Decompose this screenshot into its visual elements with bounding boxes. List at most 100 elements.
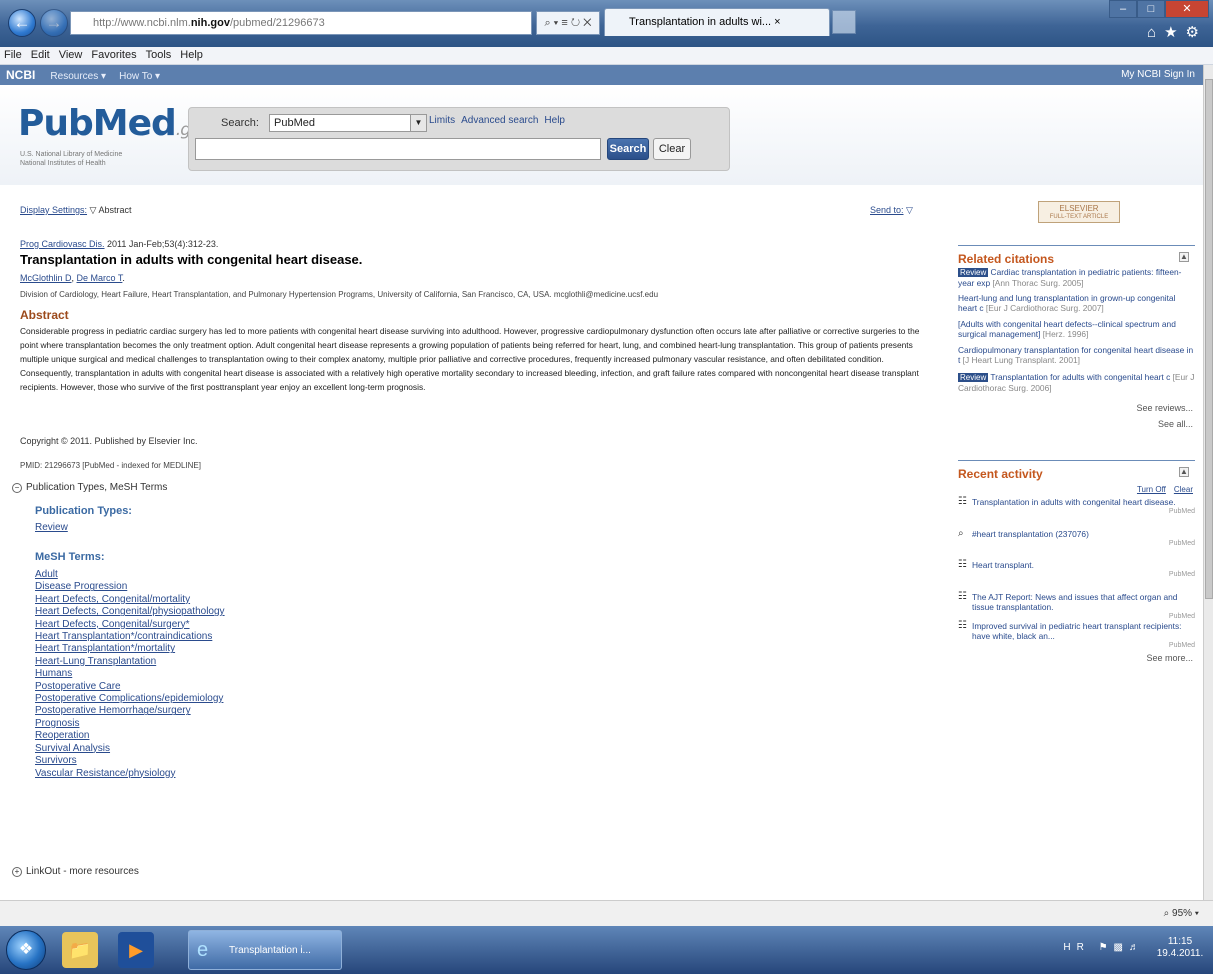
mesh-term[interactable]: Postoperative Care xyxy=(35,681,121,692)
mesh-term[interactable]: Heart Transplantation*/mortality xyxy=(35,643,175,654)
related-citation[interactable]: Heart-lung and lung transplantation in g… xyxy=(958,293,1195,313)
collapse-icon[interactable]: ▲ xyxy=(1179,467,1189,477)
linkout-toggle[interactable]: + LinkOut - more resources xyxy=(12,866,139,877)
pubtype-review[interactable]: Review xyxy=(35,522,68,533)
tab-close-icon[interactable]: × xyxy=(774,16,780,28)
clear-button[interactable]: Clear xyxy=(653,138,691,160)
clock[interactable]: 11:15 19.4.2011. xyxy=(1155,936,1205,960)
database-value: PubMed xyxy=(274,117,315,129)
browser-tab[interactable]: Transplantation in adults wi... × xyxy=(604,8,830,36)
mesh-term[interactable]: Heart-Lung Transplantation xyxy=(35,656,156,667)
menu-tools[interactable]: Tools xyxy=(146,49,172,61)
mesh-term[interactable]: Adult xyxy=(35,569,58,580)
database-select[interactable]: PubMed ▼ xyxy=(269,114,427,132)
address-controls[interactable]: ⌕ ▾ ≡ ↻ ✕ xyxy=(536,11,600,35)
address-bar[interactable]: http://www.ncbi.nlm.nih.gov/pubmed/21296… xyxy=(70,11,532,35)
related-citation[interactable]: Review Transplantation for adults with c… xyxy=(958,372,1195,393)
clear-link[interactable]: Clear xyxy=(1174,485,1193,494)
turn-off-link[interactable]: Turn Off xyxy=(1137,485,1166,494)
howto-menu[interactable]: How To ▾ xyxy=(119,71,160,82)
mesh-term[interactable]: Postoperative Hemorrhage/surgery xyxy=(35,705,191,716)
explorer-icon[interactable]: 📁 xyxy=(62,932,98,968)
recent-activity-item[interactable]: ☷ Heart transplant. PubMed xyxy=(958,560,1195,580)
recent-activity-item[interactable]: ⌕ #heart transplantation (237076) PubMed xyxy=(958,529,1195,549)
mesh-term[interactable]: Heart Defects, Congenital/physiopatholog… xyxy=(35,606,225,617)
close-window-button[interactable]: ✕ xyxy=(1165,0,1209,18)
chevron-down-icon: ▽ xyxy=(906,205,913,215)
limits-link[interactable]: Limits xyxy=(429,115,455,126)
start-button[interactable]: ❖ xyxy=(6,930,46,970)
mesh-term[interactable]: Disease Progression xyxy=(35,581,127,592)
send-to[interactable]: Send to: ▽ xyxy=(870,205,913,216)
howto-label: How To xyxy=(119,71,153,82)
mesh-term[interactable]: Survivors xyxy=(35,755,77,766)
related-citation[interactable]: Cardiopulmonary transplantation for cong… xyxy=(958,345,1195,365)
pubtypes-toggle[interactable]: − Publication Types, MeSH Terms xyxy=(12,482,167,493)
search-button[interactable]: Search xyxy=(607,138,649,160)
mesh-term[interactable]: Heart Defects, Congenital/surgery* xyxy=(35,619,190,630)
pubtype-link[interactable]: Review xyxy=(35,522,68,533)
mesh-term[interactable]: Heart Transplantation*/contraindications xyxy=(35,631,212,642)
search-input[interactable] xyxy=(195,138,601,160)
home-icon[interactable]: ⌂ xyxy=(1147,24,1164,41)
forward-button[interactable]: → xyxy=(40,9,68,37)
chevron-down-icon[interactable]: ▽ xyxy=(90,205,97,215)
related-citation[interactable]: Review Cardiac transplantation in pediat… xyxy=(958,267,1195,288)
favorites-star-icon[interactable]: ★ xyxy=(1164,24,1185,41)
ncbi-logo[interactable]: NCBI xyxy=(6,68,35,82)
recent-activity-item[interactable]: ☷ The AJT Report: News and issues that af… xyxy=(958,592,1195,622)
author-link[interactable]: De Marco T xyxy=(77,273,123,283)
author-link[interactable]: McGlothlin D xyxy=(20,273,72,283)
menu-file[interactable]: File xyxy=(4,49,22,61)
recent-activity-item[interactable]: ☷ Transplantation in adults with congenit… xyxy=(958,497,1195,517)
flag-icon[interactable]: ⚑ xyxy=(1099,942,1114,953)
my-ncbi-signin[interactable]: My NCBI Sign In xyxy=(1121,65,1195,85)
recent-activity-controls: Turn Off Clear xyxy=(1129,485,1193,494)
media-player-icon[interactable]: ▶ xyxy=(118,932,154,968)
menu-view[interactable]: View xyxy=(59,49,83,61)
expand-icon: + xyxy=(12,867,22,877)
recent-activity-item[interactable]: ☷ Improved survival in pediatric heart tr… xyxy=(958,621,1195,651)
taskbar-ie-window[interactable]: e Transplantation i... xyxy=(188,930,342,970)
gear-icon[interactable]: ⚙ xyxy=(1186,24,1207,41)
mesh-term[interactable]: Humans xyxy=(35,668,72,679)
activity-db: PubMed xyxy=(1168,508,1195,515)
activity-db: PubMed xyxy=(1168,540,1195,547)
scrollbar-thumb[interactable] xyxy=(1205,79,1213,599)
pmid: PMID: 21296673 [PubMed - indexed for MED… xyxy=(20,461,201,470)
resources-menu[interactable]: Resources ▾ xyxy=(50,71,106,82)
related-citation[interactable]: [Adults with congenital heart defects--c… xyxy=(958,319,1195,339)
send-to-link[interactable]: Send to: xyxy=(870,205,904,215)
volume-icon[interactable]: ♬ xyxy=(1129,942,1145,953)
maximize-button[interactable]: □ xyxy=(1137,0,1165,18)
see-more-link[interactable]: See more... xyxy=(1146,653,1193,663)
mesh-term[interactable]: Survival Analysis xyxy=(35,743,110,754)
mesh-term[interactable]: Heart Defects, Congenital/mortality xyxy=(35,594,190,605)
language-indicator[interactable]: HR xyxy=(1063,942,1089,953)
see-reviews-link[interactable]: See reviews... xyxy=(1136,403,1193,413)
menu-help[interactable]: Help xyxy=(180,49,203,61)
mesh-term[interactable]: Reoperation xyxy=(35,730,89,741)
network-icon[interactable]: ▩ xyxy=(1114,942,1129,953)
new-tab-button[interactable] xyxy=(832,10,856,34)
menu-bar: File Edit View Favorites Tools Help xyxy=(0,47,1213,65)
advanced-search-link[interactable]: Advanced search xyxy=(461,115,538,126)
mesh-term[interactable]: Prognosis xyxy=(35,718,79,729)
collapse-icon[interactable]: ▲ xyxy=(1179,252,1189,262)
mesh-term[interactable]: Postoperative Complications/epidemiology xyxy=(35,693,223,704)
display-settings-link[interactable]: Display Settings: xyxy=(20,205,87,215)
recent-activity-heading: Recent activity ▲ xyxy=(958,460,1195,481)
pubmed-logo[interactable]: PubMed.gov xyxy=(18,103,209,144)
see-all-link[interactable]: See all... xyxy=(1158,419,1193,429)
help-link[interactable]: Help xyxy=(544,115,565,126)
zoom-control[interactable]: ⌕ 95% ▾ xyxy=(1164,908,1199,919)
elsevier-fulltext-button[interactable]: ELSEVIER FULL-TEXT ARTICLE xyxy=(1038,201,1120,223)
menu-edit[interactable]: Edit xyxy=(31,49,50,61)
journal-link[interactable]: Prog Cardiovasc Dis. xyxy=(20,239,105,249)
back-button[interactable]: ← xyxy=(8,9,36,37)
minimize-button[interactable]: – xyxy=(1109,0,1137,18)
menu-favorites[interactable]: Favorites xyxy=(91,49,136,61)
resources-label: Resources xyxy=(50,71,99,82)
mesh-term[interactable]: Vascular Resistance/physiology xyxy=(35,768,175,779)
vertical-scrollbar[interactable] xyxy=(1203,65,1213,900)
